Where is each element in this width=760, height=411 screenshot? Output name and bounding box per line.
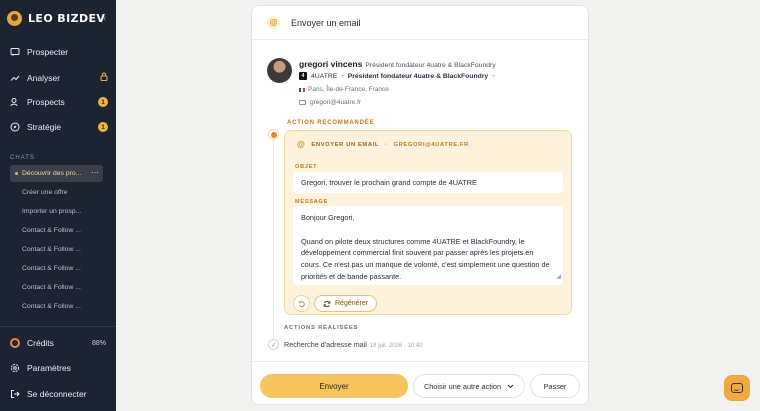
contact-role: Président fondateur 4uatre & BlackFoundr…	[365, 62, 496, 69]
chat-item-active[interactable]: Découvrir des pro... ⋯	[10, 165, 103, 182]
chat-item[interactable]: Importer un prosp...	[22, 208, 81, 215]
done-action-row: Recherche d'adresse mail 18 juil. 2026 · …	[284, 340, 423, 349]
at-sign-icon: @	[267, 16, 280, 29]
regenerate-button[interactable]: Régénérer	[314, 295, 378, 312]
email-row: gregori@4uatre.fr	[299, 99, 361, 106]
brand[interactable]: LEO BIZDEV	[7, 11, 105, 26]
action-type: ENVOYER UN EMAIL	[311, 141, 379, 148]
credits-label: Crédits	[27, 338, 54, 348]
send-button[interactable]: Envoyer	[260, 374, 408, 398]
brand-name: LEO BIZDEV	[28, 12, 106, 25]
chat-item[interactable]: Contact & Follow ...	[22, 227, 81, 234]
action-header: @ ENVOYER UN EMAIL · GREGORI@4UATRE.FR	[297, 140, 469, 149]
compass-icon	[10, 122, 20, 132]
lock-icon	[100, 72, 108, 83]
regenerate-label: Régénérer	[335, 300, 369, 307]
mail-icon	[299, 100, 306, 105]
email-card: @ Envoyer un email gregori vincens Présid…	[251, 5, 589, 405]
location-row: Paris, Île-de-France, France	[299, 86, 389, 93]
contact-name[interactable]: gregori vincens	[299, 59, 362, 69]
check-icon: ✓	[268, 339, 279, 350]
choose-action-dropdown[interactable]: Choisir une autre action	[413, 374, 525, 398]
at-sign-icon: @	[297, 140, 306, 149]
resize-handle-icon[interactable]: ◢	[556, 272, 561, 284]
message-textarea[interactable]: Bonjour Gregori, Quand on pilote deux st…	[293, 206, 563, 285]
timeline-active-dot	[268, 129, 279, 140]
credits-ring-icon	[10, 338, 20, 348]
more-options-icon[interactable]: ⋯	[91, 168, 99, 177]
contact-avatar	[267, 58, 292, 83]
chat-item[interactable]: Contact & Follow ...	[22, 284, 81, 291]
chat-item[interactable]: Créer une offre	[22, 189, 68, 196]
contact-name-row: gregori vincens Président fondateur 4uatr…	[299, 59, 496, 69]
done-action-text: Recherche d'adresse mail	[284, 340, 367, 349]
gear-icon	[10, 363, 20, 373]
credits-item[interactable]: Crédits 88%	[10, 338, 106, 348]
chat-item-label: Découvrir des pro...	[22, 170, 82, 177]
company-logo-icon: 4	[299, 72, 307, 80]
prospect-icon	[10, 47, 20, 57]
nav-label: Analyser	[27, 72, 61, 83]
card-title: Envoyer un email	[291, 17, 361, 28]
chats-section-label: CHATS	[10, 155, 35, 161]
undo-button[interactable]	[293, 295, 310, 312]
subject-input[interactable]: Gregori, trouver le prochain grand compt…	[293, 172, 563, 193]
separator-dot: •	[492, 72, 495, 80]
sidebar-divider	[0, 326, 116, 327]
message-label: MESSAGE	[295, 199, 329, 205]
collapse-sidebar-icon[interactable]: ‹	[103, 13, 106, 24]
card-header: @ Envoyer un email	[252, 6, 588, 40]
nav-item-strategie[interactable]: Stratégie 1	[10, 122, 108, 132]
separator-dot: •	[341, 72, 344, 80]
nav-label: Prospecter	[27, 47, 69, 57]
nav-label: Stratégie	[27, 122, 62, 132]
company-name: 4UATRE	[311, 72, 338, 80]
settings-label: Paramètres	[27, 363, 71, 373]
message-text: Bonjour Gregori, Quand on pilote deux st…	[301, 213, 550, 281]
active-dot-icon	[15, 172, 18, 175]
support-chat-button[interactable]	[724, 375, 750, 401]
nav-item-analyser[interactable]: Analyser	[10, 72, 108, 83]
nav-item-prospecter[interactable]: Prospecter	[10, 47, 108, 57]
card-footer: Envoyer Choisir une autre action Passer	[252, 361, 588, 404]
refresh-icon	[323, 300, 331, 307]
actions-done-label: ACTIONS RÉALISÉES	[284, 325, 359, 331]
users-icon	[10, 97, 20, 107]
undo-icon	[297, 300, 305, 307]
brand-avatar	[7, 11, 22, 26]
company-row: 4 4UATRE • Président fondateur 4uatre & …	[299, 72, 495, 80]
settings-item[interactable]: Paramètres	[10, 363, 106, 373]
france-flag-icon	[299, 87, 305, 92]
done-action-time: 18 juil. 2026 · 10:40	[369, 343, 423, 349]
subject-label: OBJET	[295, 164, 318, 170]
contact-email[interactable]: gregori@4uatre.fr	[310, 99, 361, 106]
choose-action-label: Choisir une autre action	[423, 381, 502, 391]
chat-bubble-icon	[731, 383, 743, 393]
company-role: Président fondateur 4uatre & BlackFoundr…	[347, 72, 489, 80]
separator-dot: ·	[384, 141, 388, 148]
chat-item[interactable]: Contact & Follow ...	[22, 246, 81, 253]
notification-badge: 1	[98, 122, 108, 132]
recommended-action-panel: @ ENVOYER UN EMAIL · GREGORI@4UATRE.FR O…	[284, 130, 572, 315]
notification-badge: 1	[98, 97, 108, 107]
action-target: GREGORI@4UATRE.FR	[393, 141, 469, 148]
chevron-down-icon	[507, 384, 514, 388]
logout-icon	[10, 389, 20, 399]
contact-location: Paris, Île-de-France, France	[308, 86, 389, 93]
credits-value: 88%	[91, 339, 106, 347]
nav-item-prospects[interactable]: Prospects 1	[10, 97, 108, 107]
chat-item[interactable]: Contact & Follow ...	[22, 303, 81, 310]
recommended-action-label: ACTION RECOMMANDÉE	[287, 120, 375, 126]
chat-item[interactable]: Contact & Follow ...	[22, 265, 81, 272]
logout-item[interactable]: Se déconnecter	[10, 389, 106, 399]
timeline-line	[273, 138, 274, 348]
pass-button[interactable]: Passer	[530, 374, 580, 398]
nav-label: Prospects	[27, 97, 65, 107]
chart-trend-icon	[10, 73, 20, 83]
logout-label: Se déconnecter	[27, 389, 87, 399]
sidebar: LEO BIZDEV ‹ Prospecter Analyser Prospec…	[0, 0, 116, 411]
